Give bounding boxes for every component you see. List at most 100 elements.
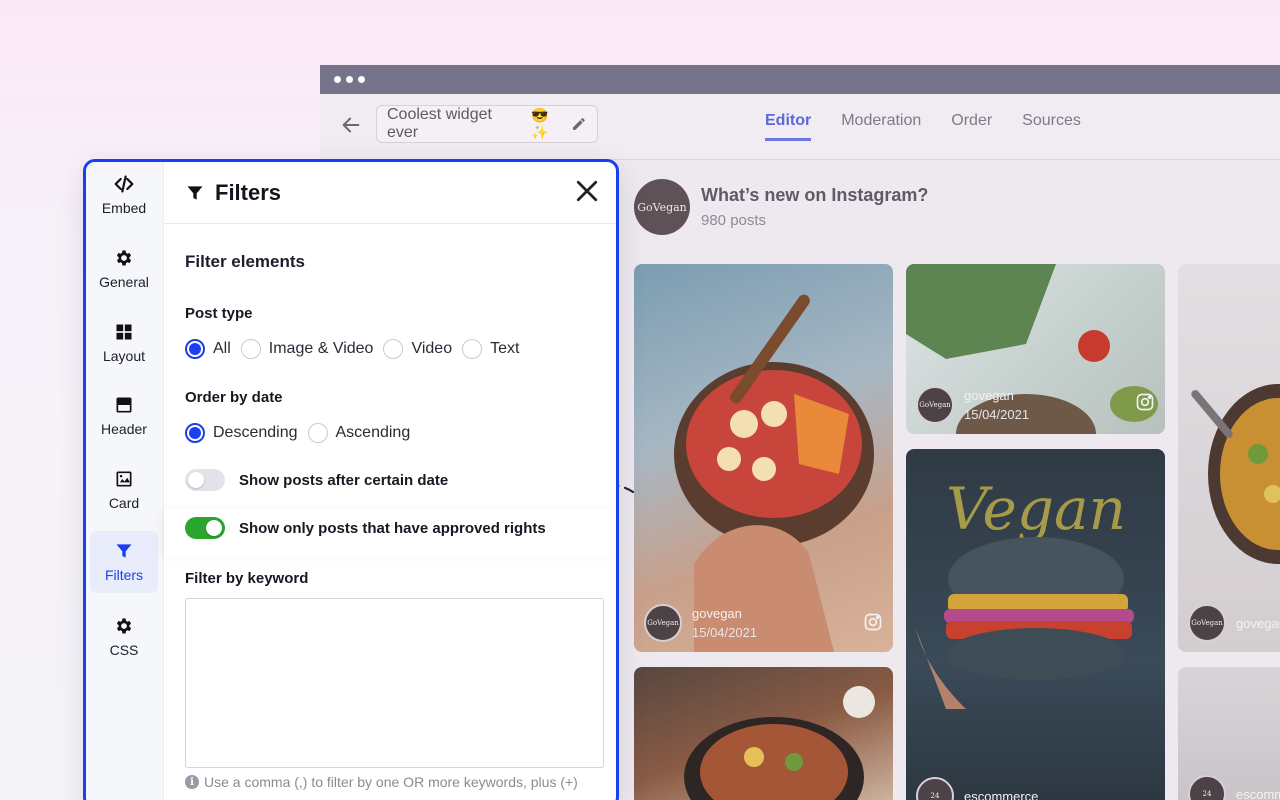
post-card[interactable] [634,667,893,800]
radio-label: All [213,340,231,357]
keyword-label: Filter by keyword [185,570,309,587]
radio-video[interactable]: Video [383,339,452,359]
feed-title: What’s new on Instagram? [701,185,929,205]
post-meta: GoVegan govegan 15/04/2021 [644,604,757,642]
radio-circle [240,339,261,359]
keyword-textarea[interactable] [185,598,604,768]
post-type-label: Post type [185,305,253,322]
rail-item-filters[interactable]: Filters [90,531,158,593]
pencil-icon[interactable] [571,116,587,132]
post-image [674,294,874,652]
brand-avatar: GoVegan [634,179,690,235]
editor-topbar: Coolest widget ever 😎✨ Editor Moderation… [320,94,1280,160]
toggle-row-after-date: Show posts after certain date [185,469,448,491]
filters-content: Filters Filter elements Post type All Im… [164,162,616,800]
toggle-label: Show posts after certain date [239,471,449,489]
rail-item-general[interactable]: General [90,238,158,300]
window-dot [358,76,365,83]
radio-circle [462,339,483,359]
post-card[interactable]: GoVegan govegan [1178,264,1280,652]
radio-label: Video [411,340,453,357]
funnel-icon [116,544,132,558]
window-dot [334,76,341,83]
order-options: Descending Ascending [185,423,420,443]
post-card[interactable]: GoVegan govegan 15/04/2021 [634,264,893,652]
radio-image-video[interactable]: Image & Video [240,339,373,359]
header-icon [116,397,132,413]
post-date: 15/04/2021 [692,625,758,640]
instagram-icon [864,613,882,631]
post-meta: 24 escommerce [916,777,1038,800]
rail-item-label: Filters [104,567,144,583]
post-card[interactable]: GoVegan govegan 15/04/2021 [906,264,1165,434]
post-image [1191,384,1280,564]
rail-item-card[interactable]: Card [90,459,158,521]
radio-circle [307,423,328,443]
section-title: Filter elements [185,252,305,271]
radio-circle [185,423,205,443]
filters-panel: Embed General Layout Header Card Filters… [83,159,619,800]
rail-item-label: General [99,274,149,290]
window-titlebar [320,65,1280,94]
post-username: govegan [964,388,1014,403]
toggle-label: Show only posts that have approved right… [239,519,546,537]
rail-item-header[interactable]: Header [90,385,158,447]
widget-title-field[interactable]: Coolest widget ever 😎✨ [376,105,598,143]
rail-item-label: Header [101,421,147,437]
close-icon[interactable] [572,176,602,206]
post-card[interactable]: Vegan 24 escommerce [906,449,1165,800]
rail-item-label: Embed [101,200,147,216]
post-avatar: 24 [1188,775,1226,800]
tab-order[interactable]: Order [951,112,992,141]
post-avatar: GoVegan [1188,604,1226,642]
radio-label: Ascending [335,424,411,441]
post-avatar: GoVegan [644,604,682,642]
tab-editor[interactable]: Editor [765,112,812,141]
window-dot [346,76,353,83]
tab-sources[interactable]: Sources [1022,112,1081,141]
post-card[interactable]: 24 escommerce [1178,667,1280,800]
toggle-after-date[interactable] [185,469,225,491]
info-icon: i [185,775,199,789]
post-meta: GoVegan govegan 15/04/2021 [916,386,1029,424]
post-meta: 24 escommerce [1188,775,1280,800]
toggle-approved-rights[interactable] [185,517,225,539]
order-label: Order by date [185,389,283,406]
widget-title-text: Coolest widget ever [387,106,492,141]
panel-header: Filters [164,162,616,224]
radio-all[interactable]: All [185,339,231,359]
post-username: govegan [692,606,742,621]
radio-ascending[interactable]: Ascending [307,423,411,443]
radio-circle [185,339,205,359]
feed-header: GoVegan What’s new on Instagram? 980 pos… [634,179,928,235]
funnel-icon [187,185,203,200]
hint-text: Use a comma (,) to filter by one OR more… [204,774,578,790]
radio-text[interactable]: Text [462,339,519,359]
post-avatar: GoVegan [916,386,954,424]
rail-item-label: CSS [109,642,139,658]
post-date: 15/04/2021 [964,407,1030,422]
rail-item-layout[interactable]: Layout [90,312,158,374]
back-arrow-icon[interactable] [340,114,362,136]
image-icon [116,471,132,487]
post-image: Vegan [916,475,1134,709]
grid-icon [116,324,132,340]
rail-item-css[interactable]: CSS [90,606,158,668]
keyword-hint: i Use a comma (,) to filter by one OR mo… [185,774,578,790]
radio-descending[interactable]: Descending [185,423,298,443]
gear-icon [116,618,132,634]
widget-title-emoji: 😎✨ [531,107,549,140]
post-username: govegan [1236,615,1280,631]
panel-title: Filters [215,179,282,205]
post-avatar: 24 [916,777,954,800]
rail-item-embed[interactable]: Embed [90,164,158,226]
tab-moderation[interactable]: Moderation [841,112,921,141]
post-meta: GoVegan govegan [1188,604,1280,642]
editor-tabs: Editor Moderation Order Sources [765,112,1081,141]
post-username: escommerce [1236,786,1280,800]
rail-item-label: Card [108,495,140,511]
gear-icon [116,250,132,266]
rail-item-label: Layout [102,348,146,364]
settings-rail: Embed General Layout Header Card Filters… [86,162,164,800]
post-type-options: All Image & Video Video Text [185,339,529,359]
